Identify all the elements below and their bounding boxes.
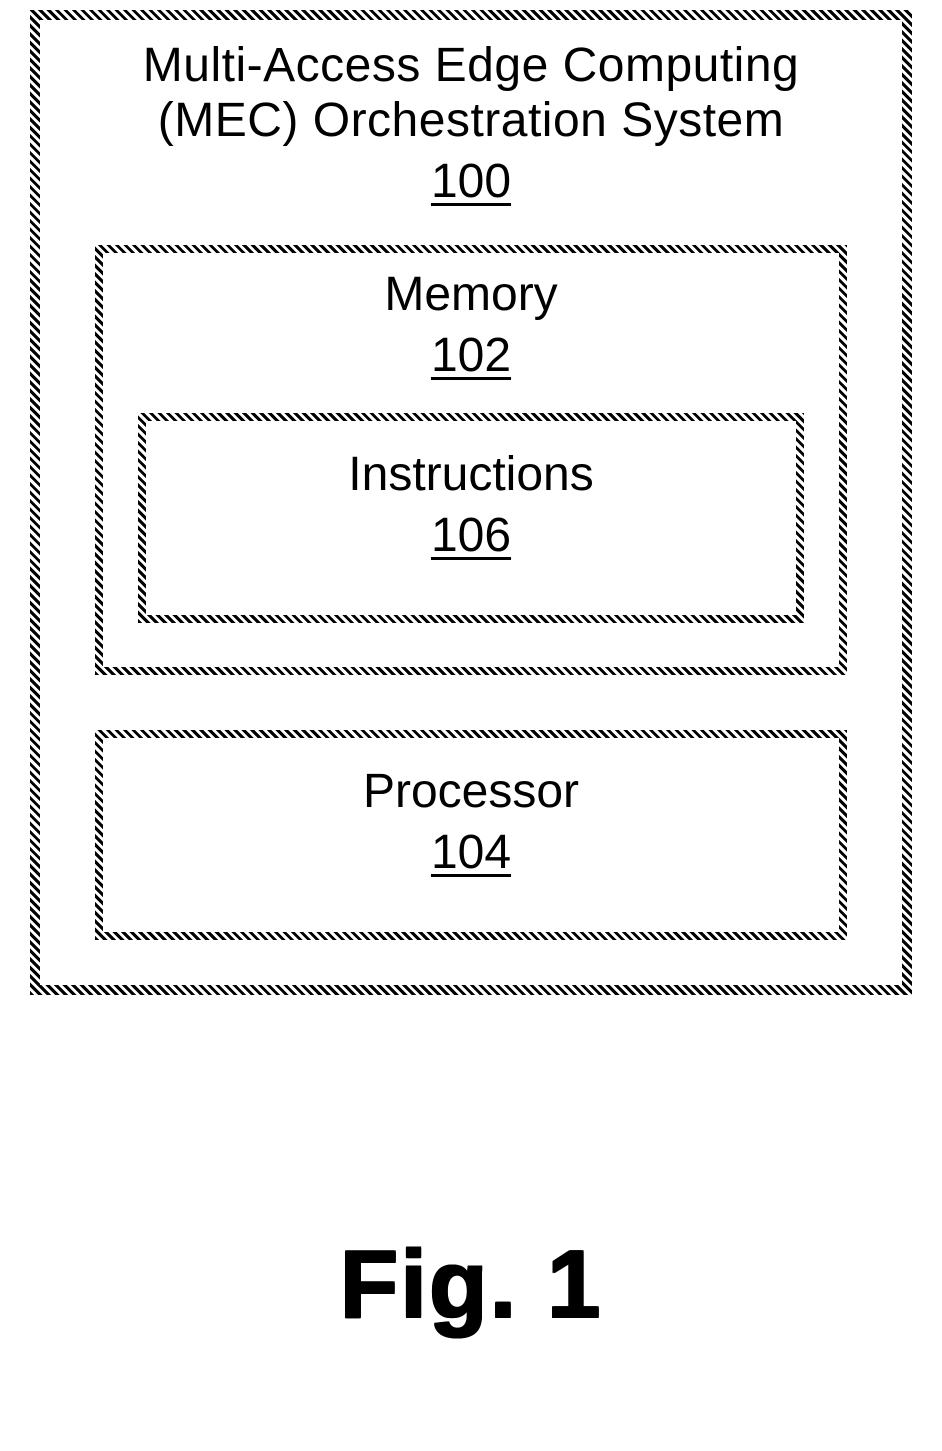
outer-title-block: Multi-Access Edge Computing (MEC) Orches… [40,38,902,209]
instructions-title-block: Instructions 106 [146,447,796,563]
figure-caption: Fig. 1 [0,1230,942,1340]
memory-ref-number: 102 [103,328,839,383]
outer-ref-number: 100 [40,154,902,209]
processor-title-block: Processor 104 [103,764,839,880]
outer-title-line2: (MEC) Orchestration System [40,93,902,148]
instructions-box: Instructions 106 [138,413,804,623]
memory-box: Memory 102 Instructions 106 [95,245,847,675]
outer-system-box: Multi-Access Edge Computing (MEC) Orches… [30,10,912,995]
memory-label: Memory [103,267,839,322]
diagram-canvas: Multi-Access Edge Computing (MEC) Orches… [0,0,942,1451]
outer-title-line1: Multi-Access Edge Computing [40,38,902,93]
processor-box: Processor 104 [95,730,847,940]
processor-label: Processor [103,764,839,819]
figure-caption-text: Fig. 1 [340,1231,603,1338]
memory-title-block: Memory 102 [103,267,839,383]
instructions-ref-number: 106 [146,508,796,563]
instructions-label: Instructions [146,447,796,502]
processor-ref-number: 104 [103,825,839,880]
